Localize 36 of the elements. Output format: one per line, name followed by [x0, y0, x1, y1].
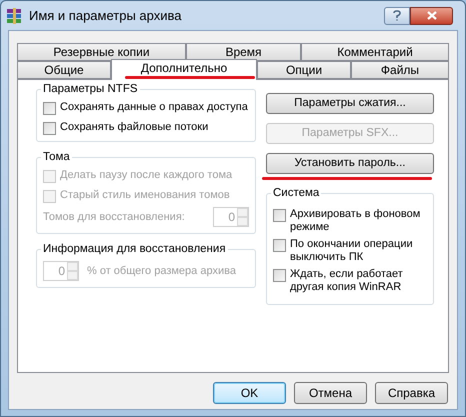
- tab[interactable]: Опции: [257, 61, 351, 79]
- group-title: Параметры NTFS: [41, 82, 140, 96]
- field-label: % от общего размера архива: [87, 264, 236, 279]
- checkbox[interactable]: [273, 239, 286, 252]
- tab[interactable]: Дополнительно: [111, 59, 257, 80]
- spin-arrows-icon: [67, 262, 78, 280]
- checkbox[interactable]: [273, 269, 286, 282]
- close-button[interactable]: [410, 6, 453, 24]
- tab[interactable]: Комментарий: [301, 43, 449, 61]
- help-button[interactable]: [384, 6, 410, 24]
- checkbox-label: Сохранять файловые потоки: [60, 121, 208, 134]
- footer-button[interactable]: Отмена: [294, 382, 367, 404]
- help-icon: [393, 10, 401, 21]
- checkbox[interactable]: [43, 122, 56, 135]
- footer-button[interactable]: OK: [213, 382, 286, 404]
- checkbox-label: Сохранять данные о правах доступа: [60, 101, 248, 114]
- spin-arrows-icon: [237, 208, 248, 226]
- footer-button[interactable]: Справка: [375, 382, 448, 404]
- push-button[interactable]: Установить пароль...: [266, 153, 434, 174]
- window-title: Имя и параметры архива: [29, 6, 182, 25]
- field-label: Томов для восстановления:: [43, 210, 185, 225]
- checkbox[interactable]: [273, 209, 286, 222]
- books-icon: [5, 6, 23, 24]
- close-icon: [426, 11, 436, 20]
- checkbox-label: Делать паузу после каждого тома: [60, 169, 232, 182]
- push-button[interactable]: Параметры сжатия...: [266, 93, 434, 114]
- checkbox-label: Старый стиль именования томов: [60, 189, 230, 202]
- tab[interactable]: Файлы: [351, 61, 449, 79]
- checkbox[interactable]: [43, 102, 56, 115]
- tab[interactable]: Время: [186, 43, 301, 61]
- group-title: Информация для восстановления: [41, 242, 228, 256]
- tab[interactable]: Общие: [17, 61, 111, 79]
- checkbox-label: Ждать, если работает другая копия WinRAR: [290, 268, 404, 294]
- tab[interactable]: Резервные копии: [17, 43, 186, 61]
- checkbox-label: Архивировать в фоновом режиме: [290, 208, 422, 234]
- checkbox-label: По окончании операции выключить ПК: [290, 238, 414, 264]
